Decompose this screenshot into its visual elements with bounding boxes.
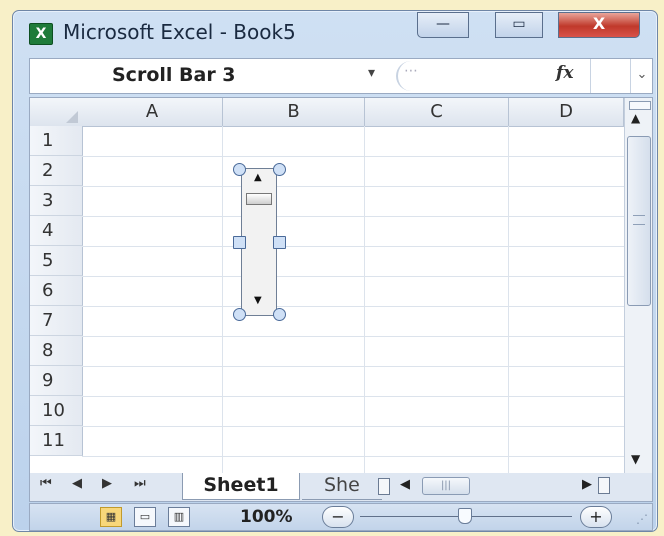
gridline-row	[82, 396, 624, 397]
tab-split-handle[interactable]	[378, 478, 390, 495]
tab-next-sheet[interactable]: She	[302, 473, 382, 500]
resize-grip-icon[interactable]: ⋰	[636, 512, 648, 526]
zoom-out-button[interactable]: −	[322, 506, 354, 528]
gridline-row	[82, 306, 624, 307]
row-header[interactable]: 8	[30, 336, 83, 366]
select-all-triangle-icon	[66, 111, 78, 123]
horizontal-split-box[interactable]	[598, 477, 610, 494]
column-header-b[interactable]: B	[223, 98, 365, 127]
gridline-row	[82, 186, 624, 187]
scroll-left-icon[interactable]: ◀	[400, 477, 410, 492]
resize-handle-top-left[interactable]	[233, 163, 246, 176]
row-header[interactable]: 2	[30, 156, 83, 186]
formula-bar-resize-handle[interactable]: ⋯	[396, 61, 424, 91]
minimize-button[interactable]: —	[417, 12, 469, 38]
row-header[interactable]: 6	[30, 276, 83, 306]
zoom-in-button[interactable]: +	[580, 506, 612, 528]
previous-sheet-icon[interactable]: ◀	[72, 476, 82, 491]
insert-function-button[interactable]: fx	[556, 63, 573, 83]
name-box-dropdown-icon[interactable]: ▾	[368, 65, 375, 81]
row-header[interactable]: 1	[30, 126, 83, 156]
column-header-c[interactable]: C	[365, 98, 509, 127]
resize-handle-top-right[interactable]	[273, 163, 286, 176]
vertical-scrollbar[interactable]: ▲ ▼	[624, 98, 652, 474]
excel-app-icon[interactable]: X	[29, 23, 53, 45]
gridline-row	[82, 336, 624, 337]
tab-sheet1[interactable]: Sheet1	[182, 473, 300, 500]
column-header-d[interactable]: D	[509, 98, 624, 127]
row-header[interactable]: 4	[30, 216, 83, 246]
row-header[interactable]: 9	[30, 366, 83, 396]
gridline-row	[82, 156, 624, 157]
resize-handle-bottom-right[interactable]	[273, 308, 286, 321]
scroll-up-icon[interactable]: ▲	[631, 111, 640, 125]
gridline-col-b	[364, 126, 365, 474]
scroll-down-arrow-icon[interactable]: ▼	[254, 295, 262, 306]
row-header[interactable]: 10	[30, 396, 83, 426]
column-header-a[interactable]: A	[82, 98, 223, 127]
grip-icon	[633, 215, 645, 225]
worksheet-grid[interactable]: A B C D 1 2 3 4 5 6 7 8 9 10 11 ▲ ▼ ▲ ▼	[29, 97, 653, 475]
gridline-row	[82, 246, 624, 247]
close-button[interactable]: X	[558, 12, 640, 38]
next-sheet-icon[interactable]: ▶	[102, 476, 112, 491]
row-header[interactable]: 3	[30, 186, 83, 216]
last-sheet-icon[interactable]: ⏭	[134, 476, 146, 491]
formula-divider	[590, 59, 591, 93]
horizontal-scroll-thumb[interactable]: |||	[422, 477, 470, 495]
name-box-value: Scroll Bar 3	[112, 64, 236, 86]
gridline-col-a	[222, 126, 223, 474]
gridline-row	[82, 216, 624, 217]
scroll-bar-control-thumb[interactable]	[246, 193, 272, 205]
resize-handle-right[interactable]	[273, 236, 286, 249]
gridline-col-c	[508, 126, 509, 474]
split-box[interactable]	[629, 101, 651, 110]
expand-formula-bar-button[interactable]: ⌄	[630, 59, 653, 93]
gridline-row	[82, 426, 624, 427]
gridline-row	[82, 366, 624, 367]
resize-dots-icon: ⋯	[404, 63, 418, 79]
sheet-tab-bar: ⏮ ◀ ▶ ⏭ Sheet1 She ◀ ||| ▶	[29, 473, 653, 502]
scroll-right-icon[interactable]: ▶	[582, 477, 592, 492]
scroll-down-icon[interactable]: ▼	[631, 452, 640, 466]
gridline-row	[82, 276, 624, 277]
first-sheet-icon[interactable]: ⏮	[40, 476, 52, 491]
formula-bar: Scroll Bar 3 ▾ ⋯ fx ⌄	[29, 58, 653, 94]
excel-window: X Microsoft Excel - Book5 — ▭ X Scroll B…	[12, 10, 658, 532]
vertical-scroll-thumb[interactable]	[627, 136, 651, 306]
row-header[interactable]: 5	[30, 246, 83, 276]
gridline-row	[82, 456, 624, 457]
page-layout-view-button[interactable]: ▭	[134, 507, 156, 527]
title-bar[interactable]: X Microsoft Excel - Book5 — ▭ X	[13, 11, 657, 53]
window-title: Microsoft Excel - Book5	[63, 20, 296, 44]
resize-handle-bottom-left[interactable]	[233, 308, 246, 321]
scroll-bar-form-control[interactable]: ▲ ▼	[233, 163, 286, 321]
scroll-bar-control-body[interactable]: ▲ ▼	[241, 168, 277, 316]
maximize-button[interactable]: ▭	[495, 12, 543, 38]
row-header[interactable]: 7	[30, 306, 83, 336]
zoom-slider-thumb[interactable]	[458, 508, 472, 524]
normal-view-button[interactable]: ▦	[100, 507, 122, 527]
name-box[interactable]: Scroll Bar 3 ▾	[30, 59, 375, 93]
zoom-level[interactable]: 100%	[240, 507, 293, 527]
page-break-preview-button[interactable]: ▥	[168, 507, 190, 527]
status-bar: ▦ ▭ ▥ 100% − + ⋰	[29, 503, 653, 531]
select-all-corner[interactable]	[30, 98, 83, 127]
scroll-up-arrow-icon[interactable]: ▲	[254, 172, 262, 183]
row-header[interactable]: 11	[30, 426, 83, 456]
resize-handle-left[interactable]	[233, 236, 246, 249]
